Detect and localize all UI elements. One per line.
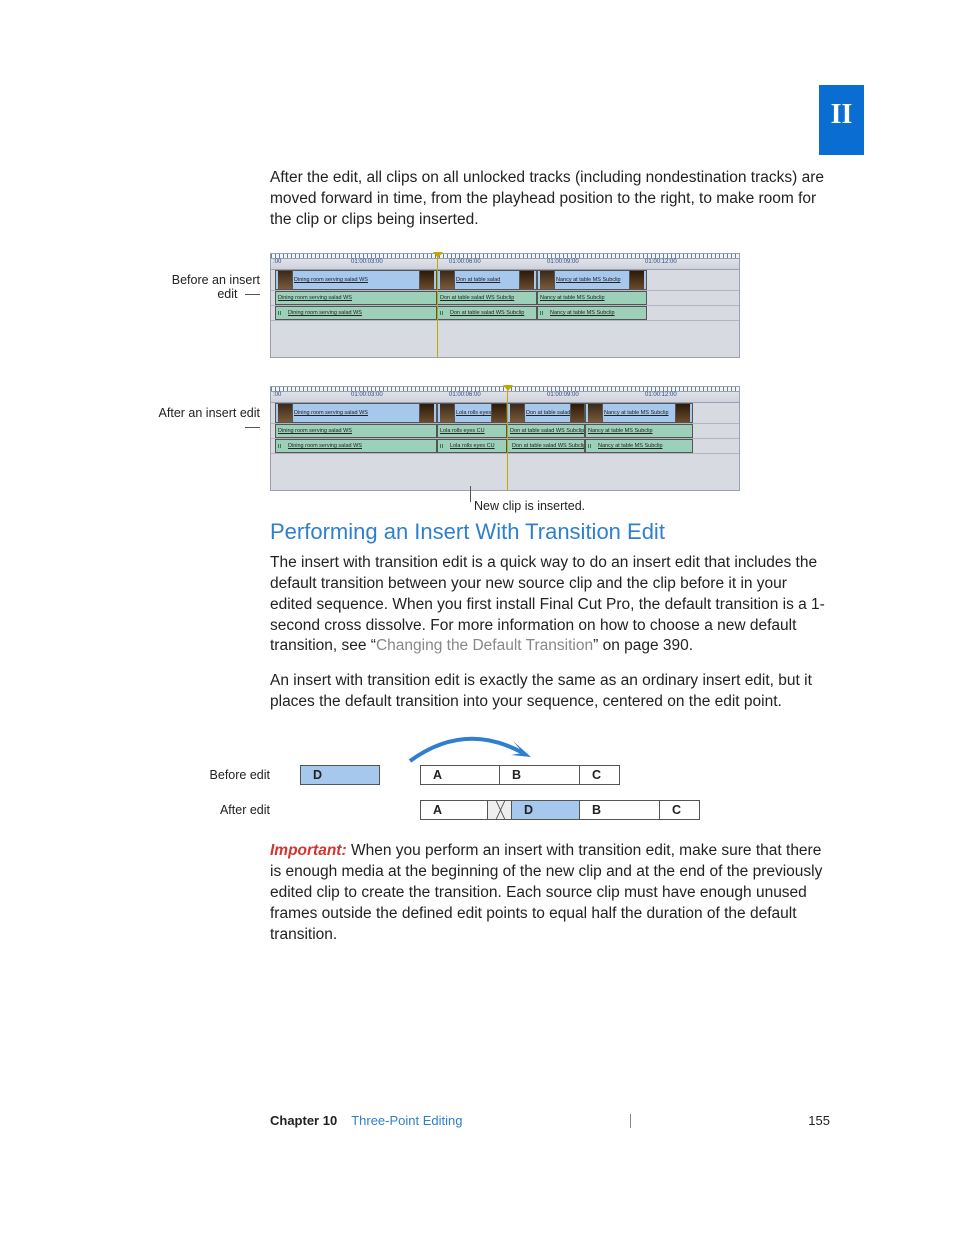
- dia-clip: C: [660, 800, 700, 820]
- clip: Nancy at table MS Subclip: [585, 424, 693, 438]
- clip: Don at table salad WS Subclip: [437, 291, 537, 305]
- audio-track: Dining room serving salad WS Don at tabl…: [271, 306, 739, 321]
- timeline-before: Before an insert edit :00 01:00:03:00 01…: [270, 253, 830, 358]
- video-track: Dining room serving salad WS Lola rolls …: [271, 403, 739, 424]
- xref-link[interactable]: Changing the Default Transition: [376, 637, 593, 654]
- footer-page: 155: [808, 1113, 830, 1128]
- clip: Don at table salad WS Subclip: [437, 306, 537, 320]
- dia-clip: A: [420, 765, 500, 785]
- part-tab: II: [819, 85, 864, 155]
- section-paragraph-1: The insert with transition edit is a qui…: [270, 553, 830, 658]
- clip: Don at table salad: [507, 403, 585, 423]
- dia-clip: B: [580, 800, 660, 820]
- clip: Don at table salad WS Subclip: [507, 424, 585, 438]
- clip: Dining room serving salad WS: [275, 270, 437, 290]
- clip: Dining room serving salad WS: [275, 424, 437, 438]
- footer-chapter: Chapter 10: [270, 1113, 337, 1128]
- playhead: [507, 387, 508, 490]
- transition-diagram: Before edit D A B C After edit A D B C: [270, 733, 830, 823]
- timeline-after-label: After an insert edit: [159, 406, 260, 420]
- ruler: :00 01:00:03:00 01:00:06:00 01:00:09:00 …: [271, 392, 739, 403]
- dia-clip: C: [580, 765, 620, 785]
- page-footer: Chapter 10 Three-Point Editing 155: [270, 1113, 830, 1128]
- clip: Nancy at table MS Subclip: [537, 270, 647, 290]
- clip: Dining room serving salad WS: [275, 306, 437, 320]
- video-track: Dining room serving salad WS Don at tabl…: [271, 270, 739, 291]
- clip: Nancy at table MS Subclip: [585, 403, 693, 423]
- timeline-before-label: Before an insert edit: [172, 273, 260, 301]
- audio-track: Dining room serving salad WS Don at tabl…: [271, 291, 739, 306]
- annotation-new-clip: New clip is inserted.: [474, 499, 585, 513]
- important-note: Important: When you perform an insert wi…: [270, 841, 830, 946]
- diagram-before-label: Before edit: [200, 768, 270, 782]
- clip: Nancy at table MS Subclip: [537, 306, 647, 320]
- section-heading: Performing an Insert With Transition Edi…: [270, 519, 830, 545]
- transition-icon: [488, 800, 512, 820]
- section-paragraph-2: An insert with transition edit is exactl…: [270, 671, 830, 713]
- clip: Dining room serving salad WS: [275, 291, 437, 305]
- audio-track: Dining room serving salad WS Lola rolls …: [271, 424, 739, 439]
- arrow-icon: [405, 733, 535, 763]
- clip: Lola rolls eyes CU: [437, 439, 507, 453]
- dia-clip: D: [300, 765, 380, 785]
- clip: Nancy at table MS Subclip: [537, 291, 647, 305]
- clip: Lola rolls eyes CU: [437, 424, 507, 438]
- diagram-after-label: After edit: [200, 803, 270, 817]
- clip: Dining room serving salad WS: [275, 439, 437, 453]
- intro-paragraph: After the edit, all clips on all unlocke…: [270, 168, 830, 231]
- important-label: Important:: [270, 842, 347, 859]
- playhead: [437, 254, 438, 357]
- clip: Nancy at table MS Subclip: [585, 439, 693, 453]
- ruler: :00 01:00:03:00 01:00:06:00 01:00:09:00 …: [271, 259, 739, 270]
- clip: Don at table salad: [437, 270, 537, 290]
- dia-clip: D: [512, 800, 580, 820]
- clip: Don at table salad WS Subclip: [507, 439, 585, 453]
- clip: Dining room serving salad WS: [275, 403, 437, 423]
- clip: Lola rolls eyes: [437, 403, 507, 423]
- footer-title: Three-Point Editing: [351, 1113, 462, 1128]
- timeline-after: After an insert edit :00 01:00:03:00 01:…: [270, 386, 830, 491]
- dia-clip: B: [500, 765, 580, 785]
- audio-track: Dining room serving salad WS Lola rolls …: [271, 439, 739, 454]
- dia-clip: A: [420, 800, 488, 820]
